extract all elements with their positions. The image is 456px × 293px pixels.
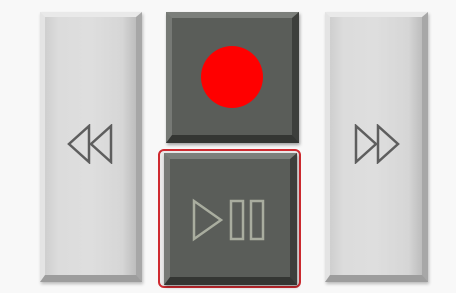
play-pause-button[interactable] bbox=[164, 153, 297, 285]
fast-forward-button[interactable] bbox=[325, 12, 428, 282]
record-button[interactable] bbox=[166, 12, 299, 143]
record-icon bbox=[201, 45, 263, 108]
play-pause-icon bbox=[191, 198, 269, 246]
fast-forward-icon bbox=[352, 123, 400, 168]
rewind-button[interactable] bbox=[40, 12, 142, 282]
media-control-panel bbox=[0, 0, 456, 293]
rewind-icon bbox=[66, 123, 115, 168]
